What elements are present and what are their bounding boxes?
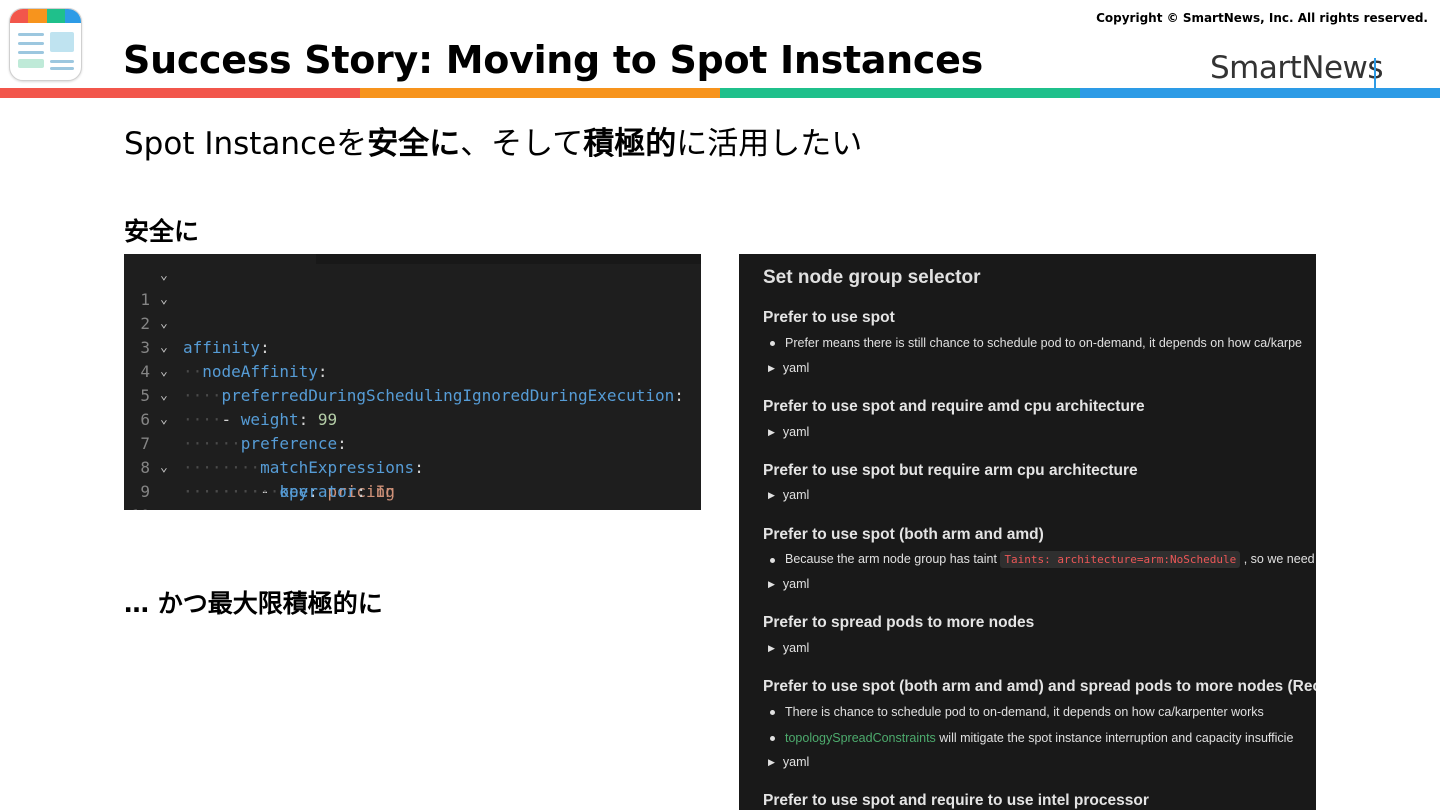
doc-bullet: There is chance to schedule pod to on-de… [785,705,1264,719]
yaml-toggle[interactable]: ▶ yaml [768,577,809,591]
doc-bullet: Prefer means there is still chance to sc… [785,336,1302,350]
header-stripe-red [0,88,360,98]
code-line: 8 ··········operator: In [124,432,701,501]
doc-heading: Prefer to use spot and require amd cpu a… [763,398,1145,415]
bullet-dot-icon [770,341,775,346]
doc-title: Set node group selector [763,267,981,288]
code-line: 5 ⌄ ······preference: [124,360,701,453]
copyright-notice: Copyright © SmartNews, Inc. All rights r… [1096,11,1428,25]
subtitle-part: Spot Instanceを [124,126,368,162]
code-line: 3 ⌄ ····preferredDuringSchedulingIgnored… [124,312,701,405]
doc-heading: Prefer to spread pods to more nodes [763,614,1035,631]
inline-code: Taints: architecture=arm:NoSchedule [1000,551,1241,568]
yaml-toggle[interactable]: ▶ yaml [768,641,809,655]
toggle-triangle-icon: ▶ [768,579,775,589]
code-line: 2 ⌄ ··nodeAffinity: [124,288,701,381]
section-label-safe: 安全に [124,217,200,246]
fold-chevron-icon[interactable]: ⌄ [160,360,174,384]
yaml-toggle[interactable]: ▶ yaml [768,361,809,375]
subtitle-part: 、そして [460,126,584,162]
toggle-triangle-icon: ▶ [768,427,775,437]
doc-heading: Prefer to use spot (both arm and amd) an… [763,678,1316,695]
subtitle-part: に活用したい [676,126,863,162]
brand-wordmark: SmartNews [1210,50,1384,86]
subtitle-emphasis-safe: 安全に [367,126,461,162]
doc-heading: Prefer to use spot (both arm and amd) [763,526,1044,543]
toggle-label: yaml [782,755,810,769]
code-line: 6 ⌄ ········matchExpressions: [124,384,701,477]
slide-title: Success Story: Moving to Spot Instances [123,38,983,82]
toggle-label: yaml [782,641,810,655]
logo-band-blue [64,9,81,23]
bullet-text: will mitigate the spot instance interrup… [935,731,1294,745]
doc-bullet: Because the arm node group has taint Tai… [785,551,1315,568]
section-label-maximize: … かつ最大限積極的に [124,589,383,618]
toggle-triangle-icon: ▶ [768,643,775,653]
fold-chevron-icon[interactable]: ⌄ [160,288,174,312]
logo-block [18,59,44,68]
logo-line [50,67,74,70]
line-number: 10 [124,504,150,510]
toggle-triangle-icon: ▶ [768,490,775,500]
code-line: 1 ⌄ affinity: [124,264,701,357]
header-stripe-blue [1080,88,1440,98]
bullet-dot-icon [770,736,775,741]
logo-line [18,42,44,45]
logo-band-green [46,9,65,23]
toggle-label: yaml [782,488,810,502]
fold-chevron-icon[interactable]: ⌄ [160,408,174,432]
header-stripe-green [720,88,1080,98]
toggle-triangle-icon: ▶ [768,757,775,767]
doc-bullet: topologySpreadConstraints will mitigate … [785,731,1293,745]
code-line: 10 ··········- spot [124,480,701,510]
doc-heading: Prefer to use spot and require to use in… [763,792,1149,809]
bullet-text: Because the arm node group has taint [785,552,997,566]
logo-block [50,32,74,52]
bullet-dot-icon [770,558,775,563]
header-stripe-orange [360,88,720,98]
fold-chevron-icon[interactable]: ⌄ [160,312,174,336]
doc-heading: Prefer to use spot [763,309,895,326]
logo-band-red [10,9,29,23]
fold-chevron-icon[interactable]: ⌄ [160,456,174,480]
bullet-dot-icon [770,710,775,715]
yaml-toggle[interactable]: ▶ yaml [768,488,809,502]
toggle-label: yaml [782,361,810,375]
editor-tab-bar [316,254,701,264]
logo-band-orange [28,9,47,23]
code-line: 4 ⌄ ····- weight: 99 [124,336,701,429]
doc-link[interactable]: topologySpreadConstraints [785,731,936,745]
fold-chevron-icon[interactable]: ⌄ [160,264,174,288]
fold-chevron-icon[interactable]: ⌄ [160,384,174,408]
code-line: 9 ⌄ ··········values: [124,456,701,501]
doc-screenshot-panel: Set node group selector Prefer to use sp… [739,254,1316,810]
yaml-toggle[interactable]: ▶ yaml [768,425,809,439]
code-line: 7 ⌄ ········- key: pricing [124,408,701,501]
slide-subtitle: Spot Instanceを安全に、そして積極的に活用したい [124,118,862,163]
logo-line [18,33,44,36]
fold-chevron-icon[interactable]: ⌄ [160,336,174,360]
bullet-text: , so we need [1243,552,1315,566]
subtitle-emphasis-active: 積極的 [583,126,677,162]
toggle-triangle-icon: ▶ [768,363,775,373]
logo-line [50,60,74,63]
brand-caret [1374,58,1376,88]
toggle-label: yaml [782,577,810,591]
app-logo-icon [9,8,82,81]
code-editor-screenshot: 1 ⌄ affinity: 2 ⌄ ··nodeAffinity: 3 ⌄ ··… [124,254,701,510]
yaml-toggle[interactable]: ▶ yaml [768,755,809,769]
toggle-label: yaml [782,425,810,439]
doc-heading: Prefer to use spot but require arm cpu a… [763,462,1138,479]
logo-line [18,51,44,54]
